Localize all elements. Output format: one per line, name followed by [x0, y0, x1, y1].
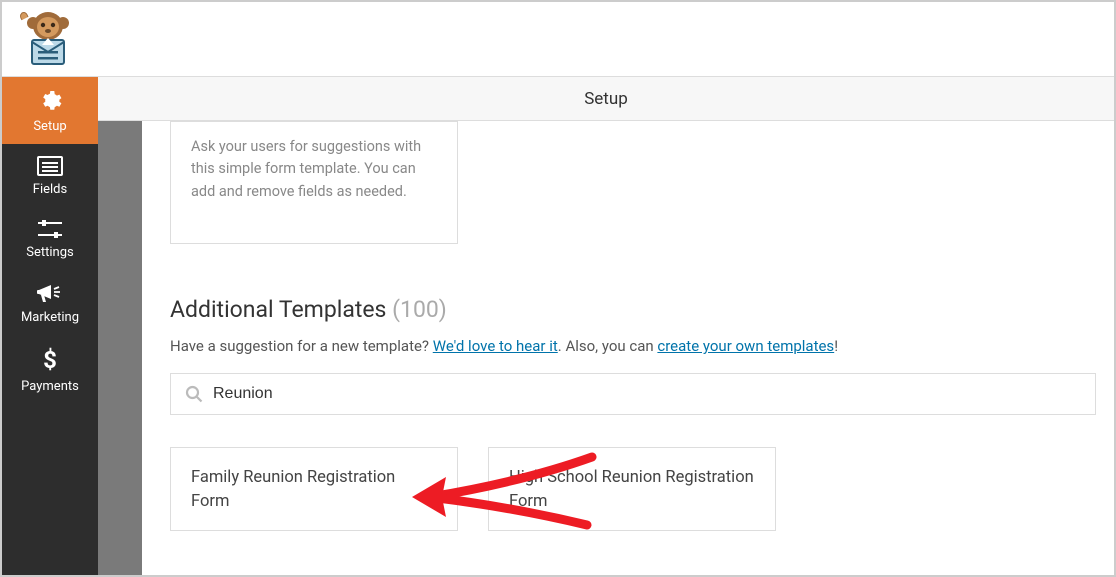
- section-count: (100): [392, 296, 447, 323]
- sliders-icon: [38, 219, 62, 239]
- sidebar-item-fields[interactable]: Fields: [2, 144, 98, 207]
- sidebar-label: Marketing: [21, 310, 79, 325]
- result-title: Family Reunion Registration Form: [191, 468, 395, 511]
- sidebar: Setup Fields Settings: [2, 77, 98, 575]
- top-bar: [2, 2, 1114, 77]
- sidebar-label: Fields: [33, 182, 67, 197]
- page-title: Setup: [98, 77, 1114, 121]
- content-area: Setup Ask your users for suggestions wit…: [98, 77, 1114, 575]
- sidebar-label: Payments: [21, 379, 79, 394]
- section-title: Additional Templates (100): [170, 296, 1086, 323]
- main-panel: Ask your users for suggestions with this…: [142, 121, 1114, 575]
- result-title: High School Reunion Registration Form: [509, 468, 754, 511]
- svg-text:$: $: [43, 347, 57, 373]
- dollar-icon: $: [42, 347, 58, 373]
- hint-link-suggestion[interactable]: We'd love to hear it: [433, 337, 558, 355]
- result-card[interactable]: Family Reunion Registration Form: [170, 447, 458, 531]
- hint-text: Have a suggestion for a new template? We…: [170, 337, 1086, 355]
- sidebar-item-settings[interactable]: Settings: [2, 207, 98, 270]
- section-title-text: Additional Templates: [170, 296, 386, 323]
- bullhorn-icon: [37, 282, 63, 304]
- wpforms-logo-icon: [14, 8, 76, 70]
- sidebar-item-marketing[interactable]: Marketing: [2, 270, 98, 335]
- list-icon: [37, 156, 63, 176]
- sidebar-label: Setup: [33, 119, 66, 134]
- template-card[interactable]: Ask your users for suggestions with this…: [170, 121, 458, 244]
- sidebar-item-payments[interactable]: $ Payments: [2, 335, 98, 404]
- sidebar-label: Settings: [26, 245, 73, 260]
- search-box[interactable]: [170, 373, 1096, 415]
- sidebar-item-setup[interactable]: Setup: [2, 77, 98, 144]
- hint-link-create[interactable]: create your own templates: [657, 337, 834, 355]
- gear-icon: [38, 89, 62, 113]
- template-card-text: Ask your users for suggestions with this…: [191, 138, 421, 200]
- result-card[interactable]: High School Reunion Registration Form: [488, 447, 776, 531]
- results-grid: Family Reunion Registration Form High Sc…: [170, 447, 1086, 531]
- search-icon: [185, 385, 203, 403]
- search-input[interactable]: [213, 385, 1081, 403]
